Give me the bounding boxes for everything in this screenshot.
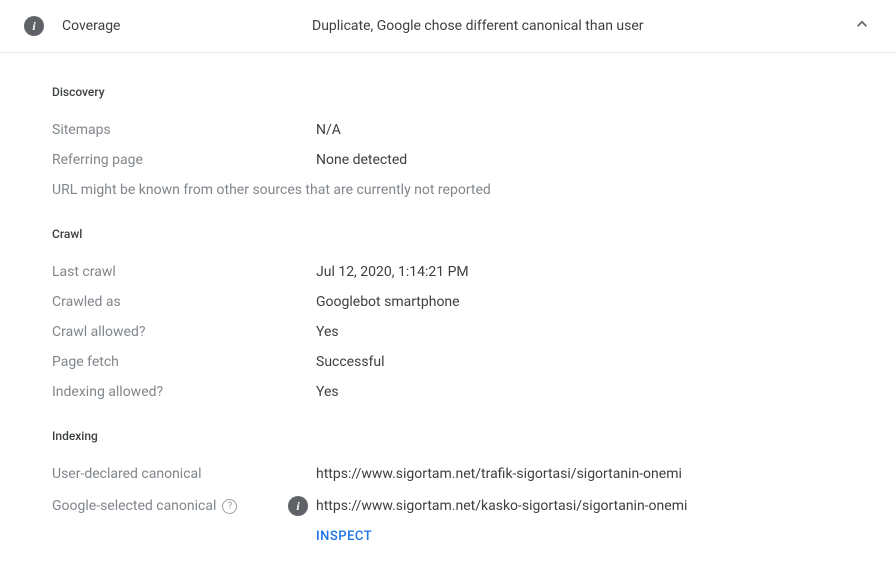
coverage-details: Discovery Sitemaps N/A Referring page No… bbox=[0, 53, 896, 564]
discovery-note: URL might be known from other sources th… bbox=[52, 175, 844, 205]
sitemaps-label: Sitemaps bbox=[52, 122, 316, 138]
last-crawl-label: Last crawl bbox=[52, 264, 316, 280]
page-fetch-label: Page fetch bbox=[52, 354, 316, 370]
indexing-allowed-label: Indexing allowed? bbox=[52, 384, 316, 400]
help-icon[interactable]: ? bbox=[222, 499, 237, 514]
crawl-section-title: Crawl bbox=[52, 227, 844, 241]
referring-page-label: Referring page bbox=[52, 152, 316, 168]
crawled-as-row: Crawled as Googlebot smartphone bbox=[52, 287, 844, 317]
discovery-section-title: Discovery bbox=[52, 85, 844, 99]
google-canonical-label: Google-selected canonical ? bbox=[52, 498, 316, 514]
user-canonical-value: https://www.sigortam.net/trafik-sigortas… bbox=[316, 466, 682, 482]
sitemaps-value: N/A bbox=[316, 122, 341, 138]
coverage-value: Duplicate, Google chose different canoni… bbox=[312, 18, 852, 34]
last-crawl-value: Jul 12, 2020, 1:14:21 PM bbox=[316, 264, 469, 280]
crawled-as-label: Crawled as bbox=[52, 294, 316, 310]
indexing-section-title: Indexing bbox=[52, 429, 844, 443]
google-canonical-row: Google-selected canonical ? i https://ww… bbox=[52, 489, 844, 523]
last-crawl-row: Last crawl Jul 12, 2020, 1:14:21 PM bbox=[52, 257, 844, 287]
referring-page-row: Referring page None detected bbox=[52, 145, 844, 175]
crawl-allowed-value: Yes bbox=[316, 324, 339, 340]
user-canonical-label: User-declared canonical bbox=[52, 466, 316, 482]
inspect-button[interactable]: INSPECT bbox=[316, 529, 844, 544]
crawl-allowed-row: Crawl allowed? Yes bbox=[52, 317, 844, 347]
google-canonical-value: https://www.sigortam.net/kasko-sigortasi… bbox=[316, 498, 687, 514]
referring-page-value: None detected bbox=[316, 152, 407, 168]
info-icon[interactable]: i bbox=[288, 496, 308, 516]
info-icon: i bbox=[24, 16, 44, 36]
coverage-header[interactable]: i Coverage Duplicate, Google chose diffe… bbox=[0, 0, 896, 53]
sitemaps-row: Sitemaps N/A bbox=[52, 115, 844, 145]
google-canonical-label-text: Google-selected canonical bbox=[52, 498, 216, 514]
crawl-allowed-label: Crawl allowed? bbox=[52, 324, 316, 340]
page-fetch-row: Page fetch Successful bbox=[52, 347, 844, 377]
chevron-up-icon[interactable] bbox=[852, 14, 872, 38]
page-fetch-value: Successful bbox=[316, 354, 385, 370]
coverage-label: Coverage bbox=[62, 18, 312, 34]
crawled-as-value: Googlebot smartphone bbox=[316, 294, 460, 310]
indexing-allowed-value: Yes bbox=[316, 384, 339, 400]
user-canonical-row: User-declared canonical https://www.sigo… bbox=[52, 459, 844, 489]
indexing-allowed-row: Indexing allowed? Yes bbox=[52, 377, 844, 407]
